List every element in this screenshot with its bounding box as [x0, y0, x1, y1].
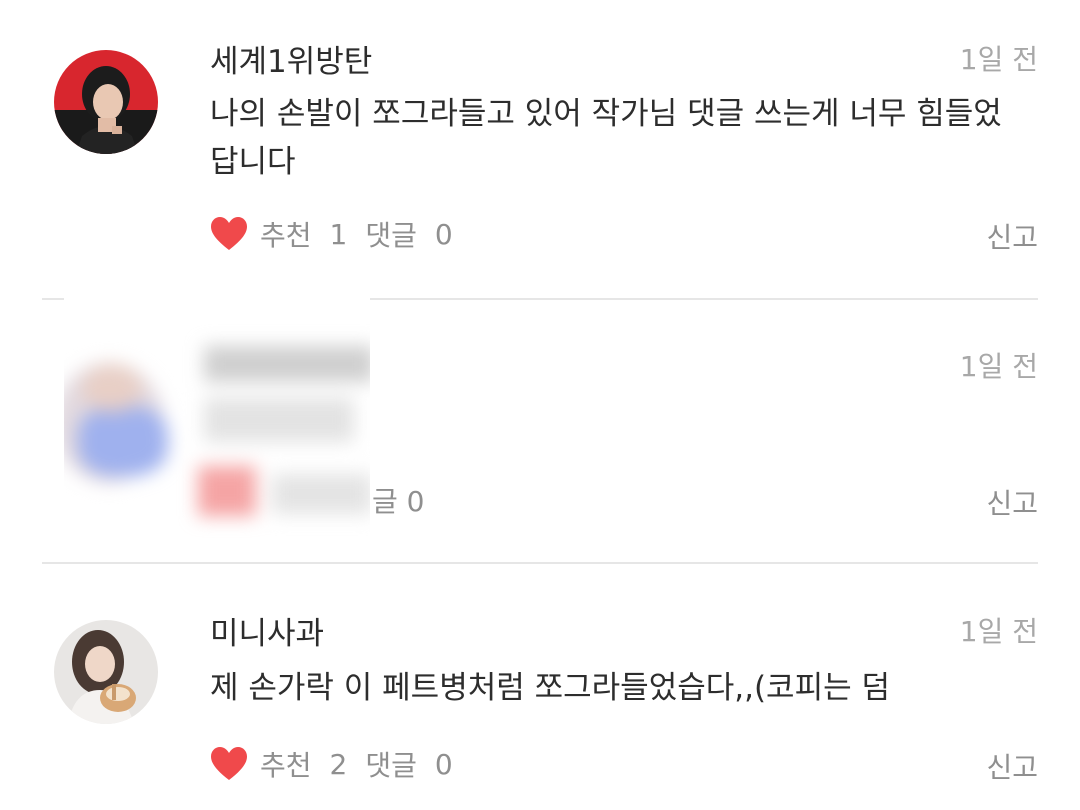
comment-actions: 추천 2 댓글 0: [210, 744, 453, 784]
timestamp: 1일 전: [959, 615, 1038, 648]
username[interactable]: 세계1위방탄: [210, 36, 372, 81]
like-label[interactable]: 추천: [260, 744, 312, 784]
comment-actions: 글 0: [372, 480, 424, 520]
reply-label[interactable]: 댓글: [365, 744, 417, 784]
like-count: 2: [329, 747, 348, 781]
report-button[interactable]: 신고: [986, 216, 1038, 256]
report-button[interactable]: 신고: [986, 482, 1038, 522]
avatar[interactable]: [54, 50, 158, 154]
heart-icon[interactable]: [210, 746, 248, 782]
like-label[interactable]: 추천: [260, 214, 312, 254]
report-button[interactable]: 신고: [986, 746, 1038, 786]
comment-text: 나의 손발이 쪼그라들고 있어 작가님 댓글 쓰는게 너무 힘들었답니다: [210, 96, 1002, 180]
reply-count[interactable]: 글 0: [372, 480, 424, 520]
reply-label[interactable]: 댓글: [365, 214, 417, 254]
comment-item: 세계1위방탄 1일 전 나의 손발이 쪼그라들고 있어 작가님 댓글 쓰는게 너…: [0, 0, 1080, 300]
censored-region: [64, 268, 370, 566]
comment-text: 제 손가락 이 페트병처럼 쪼그라들었습다,,(코피는 덤: [210, 670, 890, 706]
reply-count: 0: [434, 217, 453, 251]
like-count: 1: [329, 217, 348, 251]
timestamp: 1일 전: [959, 350, 1038, 383]
avatar[interactable]: [54, 620, 158, 724]
reply-count: 0: [434, 747, 453, 781]
comment-item: 미니사과 1일 전 제 손가락 이 페트병처럼 쪼그라들었습다,,(코피는 덤 …: [0, 564, 1080, 810]
heart-icon[interactable]: [210, 216, 248, 252]
comment-actions: 추천 1 댓글 0: [210, 214, 453, 254]
timestamp: 1일 전: [959, 43, 1038, 76]
username[interactable]: 미니사과: [210, 608, 324, 653]
